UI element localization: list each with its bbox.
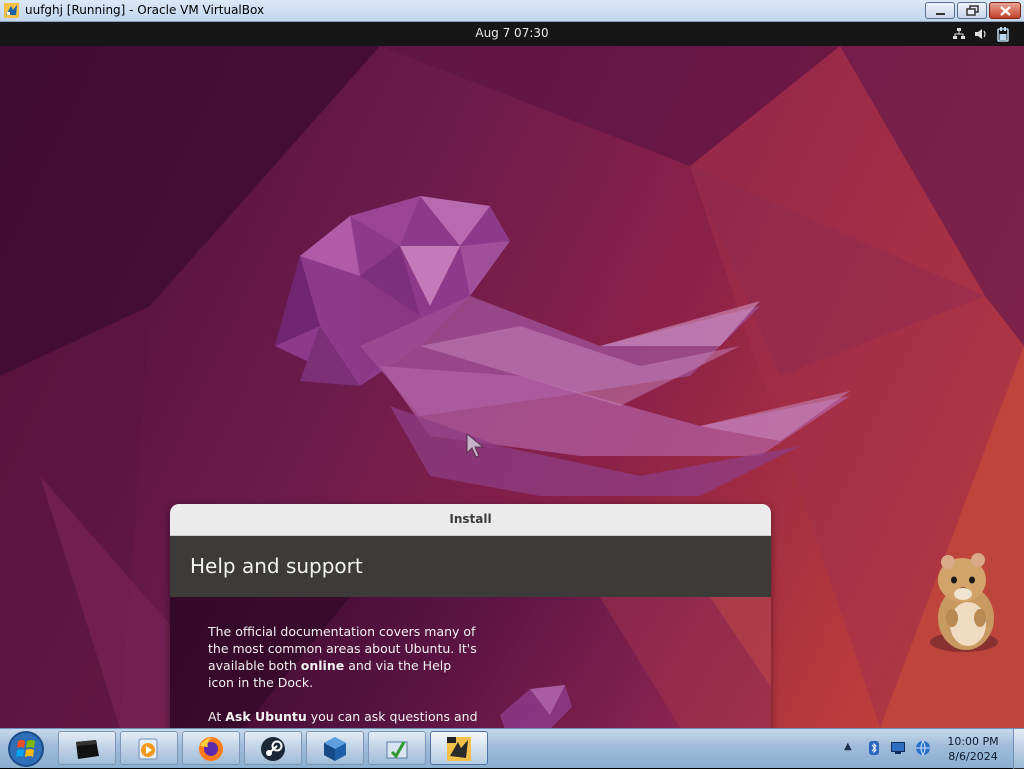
taskbar-item-virtualbox[interactable]: [306, 731, 364, 765]
firefox-icon: [199, 737, 223, 761]
taskbar-time-text: 10:00 PM: [947, 735, 999, 748]
volume-icon[interactable]: [974, 27, 988, 41]
slide-paragraph-2: At Ask Ubuntu you can ask questions and: [208, 709, 478, 724]
network-icon[interactable]: [952, 27, 966, 41]
installer-banner: Help and support: [170, 536, 771, 597]
media-player-icon: [138, 738, 158, 760]
installer-slide-content: The official documentation covers many o…: [170, 597, 771, 728]
ubuntu-desktop[interactable]: Install Help and support The official do…: [0, 46, 1024, 728]
power-icon[interactable]: [996, 26, 1010, 42]
clock[interactable]: Aug 7 07:30: [0, 26, 1024, 40]
taskbar-item-steam[interactable]: [244, 731, 302, 765]
close-icon: [1000, 6, 1011, 16]
steam-icon: [261, 737, 285, 761]
installer-app-icon: [386, 741, 408, 759]
vbox-title-bar[interactable]: uufghj [Running] - Oracle VM VirtualBox: [0, 0, 1024, 22]
start-orb-icon[interactable]: [4, 729, 48, 769]
installer-window[interactable]: Install Help and support The official do…: [170, 504, 771, 728]
hamster-desktop-gadget-icon[interactable]: [918, 550, 1008, 660]
network-globe-icon[interactable]: [914, 739, 932, 757]
minimize-icon: [936, 13, 945, 15]
taskbar-item-media-player[interactable]: [120, 731, 178, 765]
taskbar-clock[interactable]: 10:00 PM 8/6/2024: [938, 734, 1008, 764]
page-heading: Help and support: [190, 554, 363, 578]
installer-window-title: Install: [449, 512, 492, 526]
bluetooth-icon[interactable]: [866, 740, 882, 756]
show-hidden-icons-button[interactable]: ▲: [844, 741, 852, 752]
mouse-cursor-icon: [466, 433, 485, 458]
online-link[interactable]: online: [301, 658, 344, 673]
restore-icon: [966, 5, 979, 16]
ubuntu-top-bar: Aug 7 07:30: [0, 22, 1024, 46]
close-button[interactable]: [989, 2, 1021, 19]
slide-paragraph-1: The official documentation covers many o…: [208, 624, 477, 690]
show-desktop-button[interactable]: [1013, 729, 1024, 769]
display-icon[interactable]: [890, 740, 906, 756]
slide-text: The official documentation covers many o…: [208, 623, 478, 728]
taskbar-date-text: 8/6/2024: [948, 750, 998, 763]
virtualbox-icon: [4, 3, 19, 18]
installer-header-bar[interactable]: Install: [170, 504, 771, 536]
taskbar-item-terminal[interactable]: [58, 731, 116, 765]
minimize-button[interactable]: [925, 2, 955, 19]
terminal-app-icon: [76, 740, 99, 759]
window-title: uufghj [Running] - Oracle VM VirtualBox: [25, 3, 265, 17]
taskbar-item-installer[interactable]: [368, 731, 426, 765]
taskbar-item-lunar-client[interactable]: [430, 731, 488, 765]
windows-taskbar: ▲ 10:00 PM 8/6/2024: [0, 728, 1024, 769]
ask-ubuntu-link[interactable]: Ask Ubuntu: [225, 709, 307, 724]
taskbar-item-firefox[interactable]: [182, 731, 240, 765]
restore-button[interactable]: [957, 2, 987, 19]
lunar-client-icon: [447, 737, 471, 761]
virtualbox-icon: [324, 737, 346, 761]
